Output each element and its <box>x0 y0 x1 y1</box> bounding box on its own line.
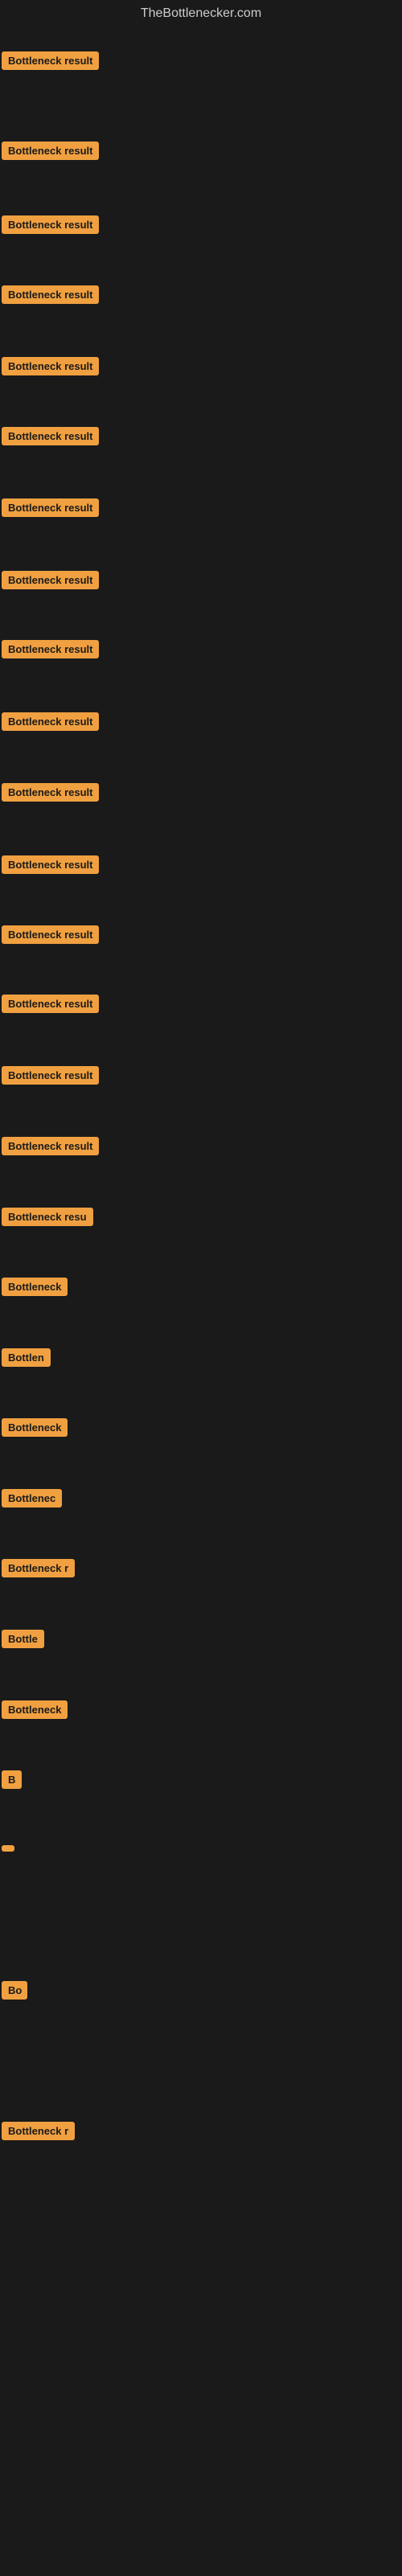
bottleneck-badge <box>2 1845 14 1852</box>
list-item: Bottleneck result <box>2 427 99 449</box>
bottleneck-badge: Bottleneck result <box>2 498 99 517</box>
bottleneck-badge: Bottleneck result <box>2 783 99 802</box>
bottleneck-badge: Bottleneck result <box>2 357 99 375</box>
bottleneck-badge: Bottlenec <box>2 1489 62 1507</box>
list-item: Bottleneck result <box>2 1137 99 1159</box>
bottleneck-badge: Bottleneck result <box>2 427 99 445</box>
list-item: Bottleneck resu <box>2 1208 93 1230</box>
bottleneck-badge: Bottleneck result <box>2 995 99 1013</box>
list-item: Bottleneck result <box>2 215 99 238</box>
list-item: Bo <box>2 1981 27 2004</box>
bottleneck-badge: Bottleneck r <box>2 2122 75 2140</box>
bottleneck-badge: Bottleneck <box>2 1418 68 1437</box>
bottleneck-badge: Bottleneck result <box>2 640 99 658</box>
list-item: Bottleneck <box>2 1418 68 1441</box>
list-item: Bottleneck result <box>2 1066 99 1089</box>
list-item: Bottleneck result <box>2 925 99 948</box>
bottleneck-badge: Bottleneck result <box>2 215 99 234</box>
bottleneck-badge: Bottleneck resu <box>2 1208 93 1226</box>
list-item: Bottleneck result <box>2 712 99 735</box>
bottleneck-badge: Bottleneck r <box>2 1559 75 1577</box>
bottleneck-badge: Bottleneck <box>2 1700 68 1719</box>
list-item <box>2 1841 14 1856</box>
list-item: Bottleneck r <box>2 1559 75 1581</box>
list-item: Bottleneck result <box>2 51 99 74</box>
list-item: Bottleneck result <box>2 498 99 521</box>
bottleneck-badge: Bottleneck <box>2 1278 68 1296</box>
list-item: Bottleneck result <box>2 855 99 878</box>
list-item: Bottleneck result <box>2 357 99 379</box>
list-item: Bottleneck result <box>2 995 99 1017</box>
bottleneck-badge: B <box>2 1770 22 1789</box>
list-item: Bottle <box>2 1630 44 1652</box>
bottleneck-badge: Bottleneck result <box>2 1137 99 1155</box>
list-item: Bottleneck result <box>2 783 99 806</box>
bottleneck-badge: Bottleneck result <box>2 142 99 160</box>
bottleneck-badge: Bottleneck result <box>2 925 99 944</box>
list-item: Bottleneck result <box>2 640 99 662</box>
list-item: Bottleneck r <box>2 2122 75 2144</box>
bottleneck-badge: Bottleneck result <box>2 855 99 874</box>
bottleneck-badge: Bo <box>2 1981 27 2000</box>
bottleneck-badge: Bottleneck result <box>2 1066 99 1085</box>
site-title: TheBottlenecker.com <box>0 0 402 27</box>
bottleneck-badge: Bottleneck result <box>2 285 99 304</box>
bottleneck-badge: Bottleneck result <box>2 571 99 589</box>
list-item: Bottlenec <box>2 1489 62 1512</box>
list-item: Bottlen <box>2 1348 51 1371</box>
list-item: Bottleneck <box>2 1278 68 1300</box>
bottleneck-badge: Bottleneck result <box>2 51 99 70</box>
list-item: Bottleneck result <box>2 285 99 308</box>
bottleneck-badge: Bottlen <box>2 1348 51 1367</box>
bottleneck-badge: Bottle <box>2 1630 44 1648</box>
bottleneck-badge: Bottleneck result <box>2 712 99 731</box>
list-item: Bottleneck result <box>2 142 99 164</box>
list-item: Bottleneck result <box>2 571 99 593</box>
list-item: B <box>2 1770 22 1793</box>
list-item: Bottleneck <box>2 1700 68 1723</box>
